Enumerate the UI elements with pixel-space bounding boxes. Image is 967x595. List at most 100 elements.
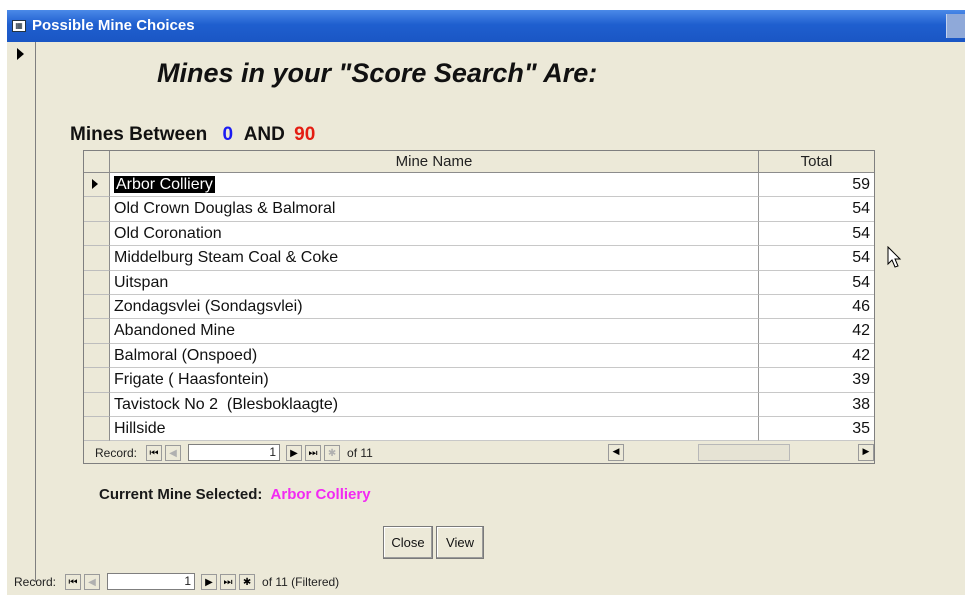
score-range-label: Mines Between xyxy=(70,124,208,145)
subform-record-label: Record: xyxy=(95,445,138,460)
first-record-icon[interactable]: ⏮ xyxy=(65,573,82,590)
mine-name-cell[interactable]: Middelburg Steam Coal & Coke xyxy=(110,246,759,271)
row-selector[interactable] xyxy=(84,197,110,222)
close-button[interactable]: Close xyxy=(383,526,433,559)
row-selector[interactable] xyxy=(84,368,110,393)
table-row[interactable]: Tavistock No 2 (Blesboklaagte) 38 xyxy=(84,392,874,417)
mine-name-text: Balmoral (Onspoed) xyxy=(114,346,258,364)
row-selector[interactable] xyxy=(84,270,110,295)
last-record-icon[interactable]: ⏭ xyxy=(305,444,322,461)
mines-datasheet: Mine Name Total Arbor Colliery 59 Old Crow… xyxy=(83,150,875,442)
total-cell[interactable]: 42 xyxy=(759,344,874,369)
mine-name-cell[interactable]: Zondagsvlei (Sondagsvlei) xyxy=(110,295,759,320)
mine-name-text: Frigate ( Haasfontein) xyxy=(114,371,269,389)
page-heading: Mines in your "Score Search" Are: xyxy=(157,58,598,88)
mine-name-text: Old Crown Douglas & Balmoral xyxy=(114,200,336,218)
current-row-arrow-icon xyxy=(92,179,98,189)
next-record-icon[interactable]: ▶ xyxy=(286,444,303,461)
row-selector[interactable] xyxy=(84,295,110,320)
next-record-icon[interactable]: ▶ xyxy=(201,573,218,590)
table-row[interactable]: Abandoned Mine 42 xyxy=(84,319,874,344)
scrollbar-thumb[interactable] xyxy=(698,444,790,461)
previous-record-icon[interactable]: ◀ xyxy=(165,444,182,461)
column-header-total[interactable]: Total xyxy=(759,151,874,173)
mine-name-cell[interactable]: Old Crown Douglas & Balmoral xyxy=(110,197,759,222)
score-range-low: 0 xyxy=(222,124,234,145)
total-cell[interactable]: 39 xyxy=(759,368,874,393)
row-selector[interactable] xyxy=(84,392,110,417)
table-row[interactable]: Middelburg Steam Coal & Coke 54 xyxy=(84,246,874,271)
mine-name-text: Old Coronation xyxy=(114,224,222,242)
mine-name-text: Middelburg Steam Coal & Coke xyxy=(114,249,339,267)
row-selector[interactable] xyxy=(84,343,110,369)
table-row[interactable]: Zondagsvlei (Sondagsvlei) 46 xyxy=(84,295,874,320)
form-record-count: of 11 (Filtered) xyxy=(262,574,340,589)
view-button[interactable]: View xyxy=(436,526,484,559)
subform-navigation-bar: Record: ⏮ ◀ 1 ▶ ⏭ ✱ of 11 ◀ ▶ xyxy=(83,441,875,464)
mine-name-cell[interactable]: Abandoned Mine xyxy=(110,319,759,344)
table-row[interactable]: Frigate ( Haasfontein) 39 xyxy=(84,368,874,393)
title-bar: ▦ Possible Mine Choices xyxy=(7,10,965,42)
total-cell[interactable]: 54 xyxy=(759,197,874,222)
form-record-label: Record: xyxy=(14,574,57,589)
total-cell[interactable]: 46 xyxy=(759,295,874,320)
mine-name-cell[interactable]: Tavistock No 2 (Blesboklaagte) xyxy=(110,392,759,417)
mine-name-cell[interactable]: Frigate ( Haasfontein) xyxy=(110,368,759,393)
window-title: Possible Mine Choices xyxy=(32,17,195,34)
record-selector-arrow-icon xyxy=(17,48,24,60)
mine-name-cell[interactable]: Uitspan xyxy=(110,270,759,295)
score-range-and: AND xyxy=(243,124,285,145)
total-cell[interactable]: 54 xyxy=(759,271,874,295)
subform-record-count: of 11 xyxy=(347,445,373,460)
row-selector[interactable] xyxy=(84,221,110,247)
current-mine-selected: Current Mine Selected: Arbor Colliery xyxy=(99,486,371,503)
total-cell[interactable]: 35 xyxy=(759,417,874,441)
previous-record-icon[interactable]: ◀ xyxy=(84,573,101,590)
mine-name-cell[interactable]: Old Coronation xyxy=(110,221,759,247)
current-mine-value: Arbor Colliery xyxy=(270,486,371,503)
total-cell[interactable]: 38 xyxy=(759,393,874,417)
column-header-mine-name[interactable]: Mine Name xyxy=(110,151,759,173)
mouse-pointer-icon xyxy=(887,246,902,268)
row-selector[interactable] xyxy=(84,173,110,198)
new-record-icon[interactable]: ✱ xyxy=(239,573,256,590)
form-record-selector[interactable] xyxy=(7,42,36,582)
form-navigation-bar: Record: ⏮ ◀ 1 ▶ ⏭ ✱ of 11 (Filtered) xyxy=(14,573,339,590)
subform-record-number-input[interactable]: 1 xyxy=(188,444,281,461)
corner-header[interactable] xyxy=(84,151,110,173)
scroll-right-icon[interactable]: ▶ xyxy=(858,444,874,461)
mine-name-text: Abandoned Mine xyxy=(114,322,235,340)
horizontal-scrollbar[interactable]: ◀ ▶ xyxy=(608,444,874,461)
scroll-left-icon[interactable]: ◀ xyxy=(608,444,624,461)
table-row[interactable]: Balmoral (Onspoed) 42 xyxy=(84,343,874,369)
table-row[interactable]: Hillside 35 xyxy=(84,417,874,441)
total-cell[interactable]: 42 xyxy=(759,319,874,344)
mine-name-text: Arbor Colliery xyxy=(114,176,215,193)
table-row[interactable]: Old Crown Douglas & Balmoral 54 xyxy=(84,197,874,222)
mine-name-cell[interactable]: Balmoral (Onspoed) xyxy=(110,343,759,369)
row-selector[interactable] xyxy=(84,417,110,441)
mine-name-cell[interactable]: Arbor Colliery xyxy=(110,173,759,198)
table-row[interactable]: Arbor Colliery 59 xyxy=(84,173,874,198)
row-selector[interactable] xyxy=(84,246,110,271)
new-record-icon[interactable]: ✱ xyxy=(324,444,341,461)
first-record-icon[interactable]: ⏮ xyxy=(146,444,163,461)
total-cell[interactable]: 59 xyxy=(759,173,874,198)
total-cell[interactable]: 54 xyxy=(759,246,874,271)
score-range: Mines Between 0 AND 90 xyxy=(70,124,315,146)
mine-name-text: Uitspan xyxy=(114,273,169,291)
table-row[interactable]: Uitspan 54 xyxy=(84,270,874,295)
total-cell[interactable]: 54 xyxy=(759,222,874,247)
last-record-icon[interactable]: ⏭ xyxy=(220,573,237,590)
window-control-button[interactable] xyxy=(946,14,965,38)
form-icon: ▦ xyxy=(12,20,26,32)
score-range-high: 90 xyxy=(294,124,316,145)
mine-name-text: Zondagsvlei (Sondagsvlei) xyxy=(114,298,303,315)
current-mine-label: Current Mine Selected: xyxy=(99,486,263,503)
table-row[interactable]: Old Coronation 54 xyxy=(84,221,874,247)
mine-name-text: Hillside xyxy=(114,420,166,437)
mine-name-cell[interactable]: Hillside xyxy=(110,417,759,441)
mine-name-text: Tavistock No 2 (Blesboklaagte) xyxy=(114,395,339,413)
row-selector[interactable] xyxy=(84,319,110,344)
form-record-number-input[interactable]: 1 xyxy=(107,573,196,590)
